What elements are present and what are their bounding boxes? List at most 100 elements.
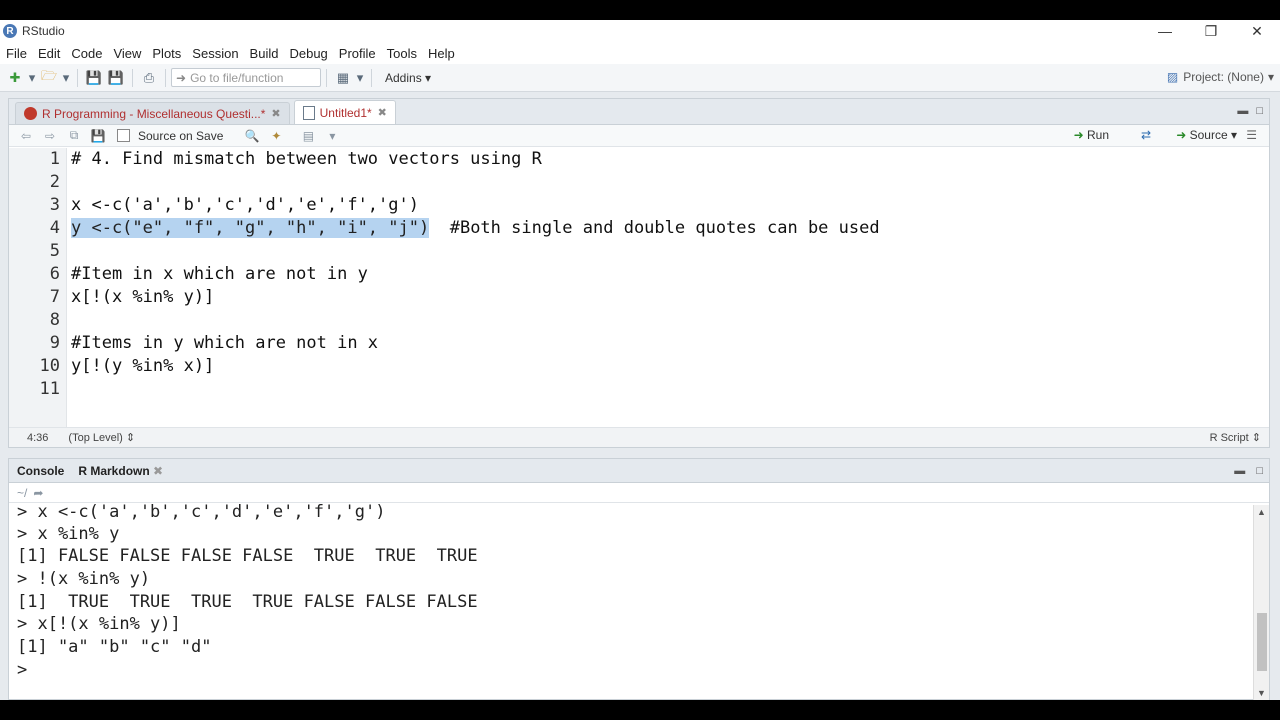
title-bar: R RStudio — ❐ ✕ [0, 20, 1280, 42]
forward-arrow-icon[interactable]: ⇨ [41, 129, 59, 143]
save-all-icon[interactable]: 💾 [105, 68, 127, 88]
line-number: 5 [49, 241, 60, 261]
minimize-pane-icon[interactable]: ▬ [1234, 465, 1245, 477]
restore-icon[interactable]: ❐ [1188, 20, 1234, 42]
r-file-icon [24, 107, 37, 120]
chevron-down-icon[interactable]: ▾ [323, 129, 341, 143]
toolbar-divider [165, 68, 166, 87]
editor-status-bar: 4:36 (Top Level) ⇕ R Script ⇕ [9, 427, 1269, 447]
menu-profile[interactable]: Profile [339, 46, 376, 61]
tab-r-markdown[interactable]: R Markdown ✖ [78, 464, 163, 478]
source-on-save-checkbox[interactable] [117, 129, 130, 142]
cursor-position: 4:36 [27, 431, 49, 444]
console-scrollbar[interactable]: ▲ ▼ [1253, 505, 1269, 700]
console-line: > x %in% y [17, 524, 120, 544]
menu-edit[interactable]: Edit [38, 46, 60, 61]
working-directory: ~/ ➦ [9, 483, 1269, 503]
compile-report-icon[interactable]: ▤ [299, 129, 317, 143]
line-number: 2 [49, 172, 60, 192]
tab-untitled1[interactable]: Untitled1* ✖ [293, 100, 396, 124]
project-menu[interactable]: ▨ Project: (None) ▾ [1167, 70, 1274, 84]
toolbar-divider [77, 68, 78, 87]
project-label: Project: (None) [1183, 70, 1264, 84]
maximize-pane-icon[interactable]: □ [1256, 105, 1263, 117]
line-number-gutter: 1 2 3 4 5 6 7 8 9 10 11 [9, 148, 67, 428]
tab-r-programming[interactable]: R Programming - Miscellaneous Questi...*… [15, 102, 290, 124]
document-outline-icon[interactable]: ☰ [1246, 128, 1257, 142]
console-line: > x <-c('a','b','c','d','e','f','g') [17, 502, 386, 522]
code-tools-wand-icon[interactable]: ✦ [267, 129, 285, 143]
rerun-icon[interactable]: ⇄ [1141, 128, 1151, 142]
menu-plots[interactable]: Plots [152, 46, 181, 61]
close-tab-icon[interactable]: ✖ [271, 107, 280, 120]
line-number: 10 [39, 356, 60, 376]
run-arrow-icon: ➜ [1073, 128, 1084, 142]
selected-code: y <-c("e", "f", "g", "h", "i", "j") [71, 218, 430, 238]
console-line: [1] "a" "b" "c" "d" [17, 637, 212, 657]
rstudio-window: R RStudio — ❐ ✕ File Edit Code View Plot… [0, 20, 1280, 700]
save-icon[interactable]: 💾 [83, 68, 105, 88]
chevron-down-icon[interactable]: ▾ [26, 68, 38, 88]
minimize-pane-icon[interactable]: ▬ [1237, 105, 1248, 117]
code-line: #Items in y which are not in x [71, 333, 379, 353]
show-in-window-icon[interactable]: ⧉ [65, 128, 83, 143]
line-number: 4 [49, 218, 60, 238]
console-tab-bar: Console R Markdown ✖ ▬ □ [9, 459, 1269, 483]
menu-file[interactable]: File [6, 46, 27, 61]
open-folder-icon[interactable]: 🗁 [38, 68, 60, 88]
scroll-down-icon[interactable]: ▼ [1257, 688, 1266, 698]
line-number: 9 [49, 333, 60, 353]
chevron-down-icon[interactable]: ▾ [354, 68, 366, 88]
save-icon[interactable]: 💾 [89, 129, 107, 143]
back-arrow-icon[interactable]: ⇦ [17, 129, 35, 143]
minimize-icon[interactable]: — [1142, 20, 1188, 42]
menu-code[interactable]: Code [71, 46, 102, 61]
menu-bar: File Edit Code View Plots Session Build … [0, 42, 1280, 64]
goto-arrow-icon: ➜ [176, 70, 187, 85]
code-line: x[!(x %in% y)] [71, 287, 215, 307]
addins-menu[interactable]: Addins ▾ [385, 71, 431, 85]
goto-placeholder: Go to file/function [190, 70, 284, 85]
menu-help[interactable]: Help [428, 46, 455, 61]
project-cube-icon: ▨ [1166, 70, 1179, 84]
close-tab-icon[interactable]: ✖ [153, 464, 163, 478]
console-output[interactable]: > x <-c('a','b','c','d','e','f','g') > x… [9, 502, 1254, 700]
source-on-save-label: Source on Save [138, 128, 224, 143]
run-button[interactable]: ➜ Run [1074, 128, 1109, 142]
scope-selector[interactable]: (Top Level) ⇕ [68, 431, 135, 444]
console-line: > x[!(x %in% y)] [17, 614, 181, 634]
goto-file-input[interactable]: ➜ Go to file/function [171, 68, 321, 87]
console-prompt[interactable]: > [17, 659, 37, 681]
tab-label: R Programming - Miscellaneous Questi...* [42, 106, 266, 121]
maximize-pane-icon[interactable]: □ [1256, 465, 1263, 477]
chevron-down-icon[interactable]: ▾ [60, 68, 72, 88]
menu-debug[interactable]: Debug [289, 46, 327, 61]
doc-file-icon [302, 105, 315, 120]
scroll-up-icon[interactable]: ▲ [1257, 507, 1266, 517]
line-number: 3 [49, 195, 60, 215]
close-icon[interactable]: ✕ [1234, 20, 1280, 42]
editor-toolbar: ⇦ ⇨ ⧉ 💾 Source on Save 🔍 ✦ ▤ ▾ ➜ Run ⇄ ➜… [9, 125, 1269, 147]
file-type-selector[interactable]: R Script ⇕ [1210, 431, 1261, 444]
search-icon[interactable]: 🔍 [243, 129, 261, 143]
console-line: > !(x %in% y) [17, 569, 151, 589]
toolbar-divider [132, 68, 133, 87]
grid-layout-icon[interactable]: ▦ [332, 68, 354, 88]
menu-build[interactable]: Build [250, 46, 279, 61]
tab-console[interactable]: Console [17, 464, 64, 478]
console-line: [1] FALSE FALSE FALSE FALSE TRUE TRUE TR… [17, 546, 478, 566]
print-icon[interactable]: ⎙ [138, 68, 160, 88]
source-button[interactable]: ➜ Source ▾ [1176, 128, 1237, 142]
code-comment: #Both single and double quotes can be us… [449, 218, 880, 238]
go-to-directory-icon[interactable]: ➦ [33, 486, 43, 500]
menu-tools[interactable]: Tools [387, 46, 417, 61]
new-file-icon[interactable]: ✚ [4, 68, 26, 88]
code-editor[interactable]: 1 2 3 4 5 6 7 8 9 10 11 # 4. Find mismat… [9, 148, 1269, 428]
line-number: 7 [49, 287, 60, 307]
toolbar-divider [371, 68, 372, 87]
source-pane: R Programming - Miscellaneous Questi...*… [8, 98, 1270, 448]
menu-view[interactable]: View [113, 46, 141, 61]
scroll-thumb[interactable] [1257, 613, 1267, 671]
close-tab-icon[interactable]: ✖ [378, 106, 387, 119]
menu-session[interactable]: Session [192, 46, 238, 61]
